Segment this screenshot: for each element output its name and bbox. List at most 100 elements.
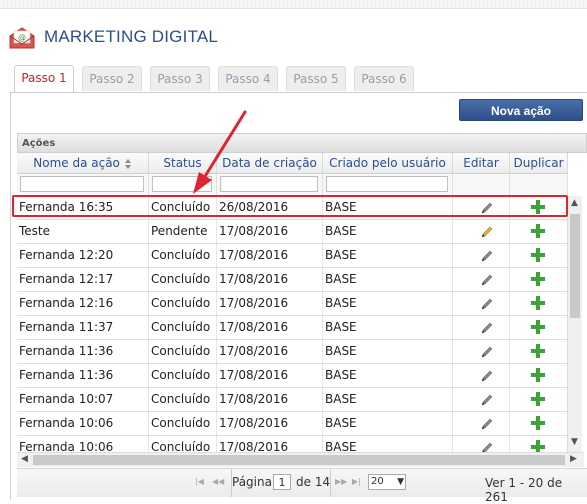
table-row[interactable]: Teste Pendente 17/08/2016 BASE — [17, 220, 568, 244]
scroll-right-arrow-icon[interactable]: ▶ — [570, 454, 577, 464]
filter-status-input[interactable] — [152, 176, 212, 192]
filter-user-input[interactable] — [326, 176, 448, 192]
tab-passo-3[interactable]: Passo 3 — [150, 66, 210, 91]
pencil-icon[interactable] — [479, 200, 495, 216]
page-count-label: de 14 — [296, 475, 331, 489]
plus-icon[interactable] — [529, 222, 547, 240]
filter-cell — [323, 174, 453, 196]
column-header-date[interactable]: Data de criação — [217, 153, 323, 174]
cell-name: Fernanda 16:35 — [17, 196, 149, 219]
table-row[interactable]: Fernanda 10:06 Concluído 17/08/2016 BASE — [17, 412, 568, 436]
pencil-icon[interactable] — [479, 296, 495, 312]
table-row[interactable]: Fernanda 11:36 Concluído 17/08/2016 BASE — [17, 340, 568, 364]
table-row[interactable]: Fernanda 12:17 Concluído 17/08/2016 BASE — [17, 268, 568, 292]
cell-status: Concluído — [149, 412, 217, 435]
pencil-icon[interactable] — [479, 368, 495, 384]
filter-cell — [17, 174, 149, 196]
new-action-button[interactable]: Nova ação — [459, 99, 583, 121]
cell-date: 17/08/2016 — [217, 220, 323, 243]
svg-text:@: @ — [18, 33, 26, 42]
wizard-tabs: Passo 1 Passo 2 Passo 3 Passo 4 Passo 5 … — [10, 64, 587, 93]
cell-user: BASE — [323, 220, 453, 243]
column-header-edit[interactable]: Editar — [453, 153, 510, 174]
page-number-input[interactable]: 1 — [273, 474, 291, 490]
scroll-up-arrow-icon[interactable]: ▲ — [571, 198, 578, 208]
tab-passo-1[interactable]: Passo 1 — [14, 65, 74, 92]
column-header-name[interactable]: Nome da ação — [17, 153, 149, 174]
pencil-icon[interactable] — [479, 248, 495, 264]
pencil-icon[interactable] — [479, 344, 495, 360]
filter-cell — [217, 174, 323, 196]
plus-icon[interactable] — [529, 414, 547, 432]
tab-passo-2[interactable]: Passo 2 — [82, 66, 142, 91]
tab-passo-4[interactable]: Passo 4 — [218, 66, 278, 91]
filter-date-input[interactable] — [220, 176, 318, 192]
vertical-scroll-thumb[interactable] — [570, 214, 580, 318]
grid-pager: |◀ ◀◀ Página 1 de 14 ▶▶ ▶| 20 ▼ Ver 1 - … — [17, 468, 587, 504]
cell-date: 17/08/2016 — [217, 268, 323, 291]
pager-divider — [330, 469, 331, 497]
cell-user: BASE — [323, 244, 453, 267]
page-size-select[interactable]: 20 ▼ — [368, 474, 406, 490]
cell-name: Fernanda 12:16 — [17, 292, 149, 315]
cell-status: Concluído — [149, 340, 217, 363]
cell-user: BASE — [323, 196, 453, 219]
cell-user: BASE — [323, 268, 453, 291]
page-title: MARKETING DIGITAL — [44, 27, 219, 46]
horizontal-scroll-thumb[interactable] — [33, 455, 565, 465]
cell-name: Fernanda 11:37 — [17, 316, 149, 339]
plus-icon[interactable] — [529, 342, 547, 360]
column-header-status[interactable]: Status — [149, 153, 217, 174]
cell-status: Concluído — [149, 316, 217, 339]
cell-user: BASE — [323, 340, 453, 363]
plus-icon[interactable] — [529, 294, 547, 312]
cell-name: Fernanda 11:36 — [17, 340, 149, 363]
vertical-scrollbar[interactable]: ▲ ▼ — [567, 196, 582, 452]
top-decorative-strip — [0, 0, 587, 9]
column-header-user[interactable]: Criado pelo usuário — [323, 153, 453, 174]
tab-passo-6[interactable]: Passo 6 — [354, 66, 414, 91]
plus-icon[interactable] — [529, 270, 547, 288]
cell-user: BASE — [323, 316, 453, 339]
cell-status: Concluído — [149, 244, 217, 267]
table-row[interactable]: Fernanda 12:16 Concluído 17/08/2016 BASE — [17, 292, 568, 316]
plus-icon[interactable] — [529, 318, 547, 336]
filter-cell-empty — [510, 174, 568, 196]
pencil-icon[interactable] — [479, 272, 495, 288]
table-row[interactable]: Fernanda 16:35 Concluído 26/08/2016 BASE — [17, 196, 568, 220]
envelope-at-icon: @ — [9, 27, 35, 49]
table-row[interactable]: Fernanda 12:20 Concluído 17/08/2016 BASE — [17, 244, 568, 268]
cell-date: 17/08/2016 — [217, 244, 323, 267]
last-page-icon[interactable]: ▶| — [352, 477, 361, 486]
filter-cell — [149, 174, 217, 196]
plus-icon[interactable] — [529, 366, 547, 384]
cell-status: Concluído — [149, 364, 217, 387]
table-row[interactable]: Fernanda 11:37 Concluído 17/08/2016 BASE — [17, 316, 568, 340]
filter-name-input[interactable] — [20, 176, 144, 192]
cell-status: Concluído — [149, 292, 217, 315]
table-row[interactable]: Fernanda 10:07 Concluído 17/08/2016 BASE — [17, 388, 568, 412]
cell-user: BASE — [323, 364, 453, 387]
plus-icon[interactable] — [529, 246, 547, 264]
scroll-down-arrow-icon[interactable]: ▼ — [571, 437, 578, 447]
cell-name: Fernanda 11:36 — [17, 364, 149, 387]
plus-icon[interactable] — [529, 390, 547, 408]
cell-date: 17/08/2016 — [217, 412, 323, 435]
cell-user: BASE — [323, 412, 453, 435]
cell-name: Fernanda 10:07 — [17, 388, 149, 411]
column-header-duplicate[interactable]: Duplicar — [510, 153, 568, 174]
horizontal-scrollbar[interactable]: ◀ ▶ — [17, 452, 584, 467]
pencil-icon[interactable] — [479, 392, 495, 408]
next-page-icon[interactable]: ▶▶ — [335, 477, 347, 486]
scroll-left-arrow-icon[interactable]: ◀ — [21, 454, 28, 464]
pencil-icon[interactable] — [479, 320, 495, 336]
plus-icon[interactable] — [529, 198, 547, 216]
first-page-icon[interactable]: |◀ — [195, 477, 204, 486]
pencil-icon[interactable] — [479, 224, 495, 240]
pencil-icon[interactable] — [479, 416, 495, 432]
tab-passo-5[interactable]: Passo 5 — [286, 66, 346, 91]
cell-date: 26/08/2016 — [217, 196, 323, 219]
previous-page-icon[interactable]: ◀◀ — [212, 477, 224, 486]
table-row[interactable]: Fernanda 11:36 Concluído 17/08/2016 BASE — [17, 364, 568, 388]
cell-user: BASE — [323, 388, 453, 411]
